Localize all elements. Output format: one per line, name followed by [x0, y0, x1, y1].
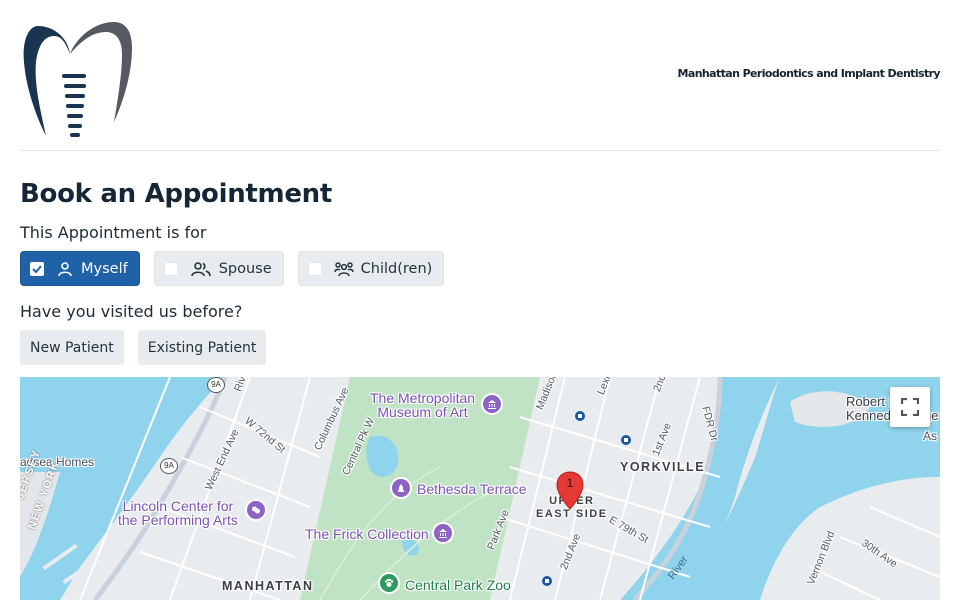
- subway-icon-2: [621, 435, 631, 445]
- zoo-icon[interactable]: [378, 572, 400, 594]
- option-spouse-label: Spouse: [218, 260, 272, 277]
- route-9a-shield-mid: 9A: [160, 458, 178, 474]
- lincoln-center-label[interactable]: Lincoln Center for the Performing Arts: [118, 499, 238, 527]
- astoria-label: As: [923, 429, 938, 443]
- met-museum-label[interactable]: The Metropolitan Museum of Art: [370, 391, 475, 419]
- existing-patient-button[interactable]: Existing Patient: [137, 330, 267, 365]
- logo: [23, 22, 132, 137]
- visited-before-label: Have you visited us before?: [20, 302, 243, 321]
- subway-icon: [575, 411, 585, 421]
- family-icon: [333, 260, 355, 278]
- spouse-checkbox[interactable]: [163, 261, 178, 276]
- option-myself-label: Myself: [81, 260, 128, 277]
- yorkville-label: YORKVILLE: [620, 460, 706, 474]
- landmark-icon[interactable]: [390, 477, 412, 499]
- fullscreen-button[interactable]: [890, 387, 930, 427]
- appointment-for-options: Myself Spouse Child(ren): [20, 251, 445, 286]
- myself-checkbox[interactable]: [30, 261, 44, 276]
- new-patient-button[interactable]: New Patient: [20, 330, 124, 365]
- site-header: Manhattan Periodontics and Implant Denti…: [20, 0, 941, 151]
- location-map[interactable]: The Metropolitan Museum of Art Lincoln C…: [20, 377, 940, 600]
- practice-name: Manhattan Periodontics and Implant Denti…: [677, 67, 941, 80]
- location-marker[interactable]: 1: [556, 471, 584, 511]
- museum-icon[interactable]: [481, 393, 503, 415]
- fullscreen-icon: [901, 398, 919, 416]
- visited-before-options: New Patient Existing Patient: [20, 330, 267, 365]
- option-spouse[interactable]: Spouse: [153, 251, 284, 286]
- person-icon: [55, 260, 75, 278]
- route-9a-shield-top: 9A: [207, 377, 225, 393]
- theater-icon[interactable]: [245, 499, 267, 521]
- people-icon: [189, 260, 213, 278]
- option-children[interactable]: Child(ren): [297, 251, 445, 286]
- bethesda-terrace-label[interactable]: Bethesda Terrace: [417, 482, 526, 496]
- frick-collection-label[interactable]: The Frick Collection: [305, 527, 429, 541]
- option-myself[interactable]: Myself: [20, 251, 140, 286]
- option-children-label: Child(ren): [360, 260, 433, 277]
- appointment-for-label: This Appointment is for: [20, 223, 207, 242]
- page-title: Book an Appointment: [20, 179, 333, 209]
- children-checkbox[interactable]: [307, 261, 322, 276]
- check-icon: [32, 264, 42, 273]
- museum-icon-frick[interactable]: [432, 522, 454, 544]
- manhattan-label: MANHATTAN: [222, 579, 314, 593]
- subway-icon-3: [542, 576, 552, 586]
- marker-label: 1: [566, 476, 574, 490]
- central-park-zoo-label[interactable]: Central Park Zoo: [405, 578, 511, 592]
